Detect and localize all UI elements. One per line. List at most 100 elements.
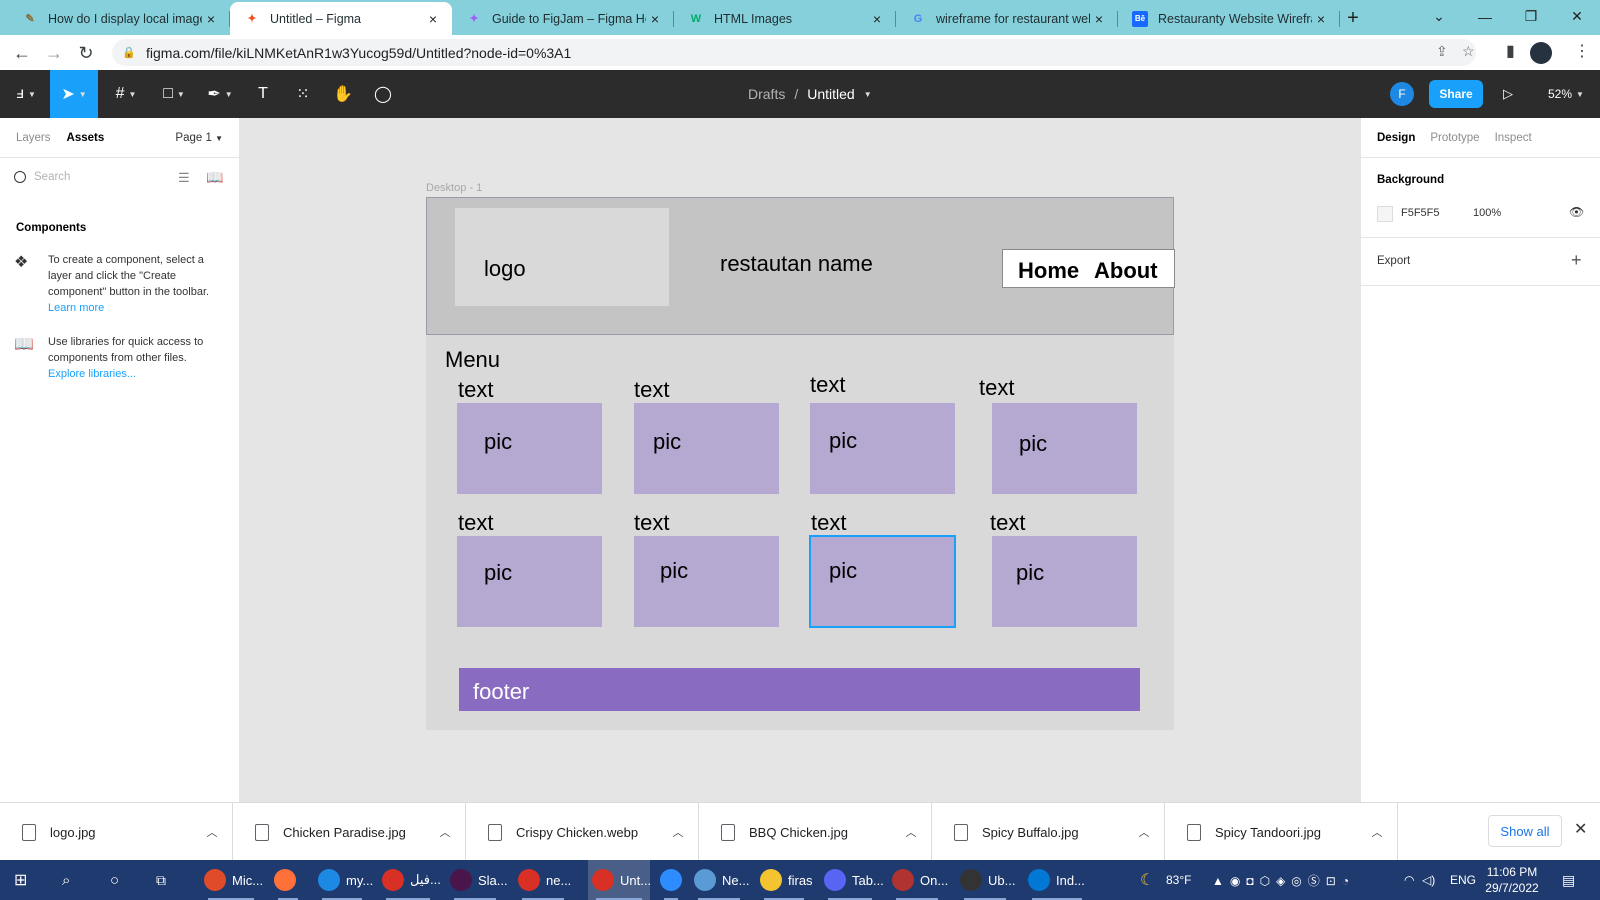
menu-item-pic[interactable]: pic xyxy=(992,403,1137,494)
browser-tab[interactable]: ✦ Guide to FigJam – Figma Help × xyxy=(452,2,674,35)
menu-item-text[interactable]: text xyxy=(810,372,845,398)
text-tool-icon[interactable]: T xyxy=(246,70,280,118)
taskbar-app[interactable] xyxy=(270,860,306,900)
background-hex[interactable]: F5F5F5 xyxy=(1401,207,1440,219)
resources-icon[interactable]: ⁙ xyxy=(286,70,320,118)
nav-home[interactable]: Home xyxy=(1018,258,1079,284)
close-icon[interactable]: × xyxy=(424,11,442,27)
download-item[interactable]: logo.jpg ︿ xyxy=(0,803,233,861)
weather-temp[interactable]: 83°F xyxy=(1166,860,1191,900)
download-item[interactable]: Crispy Chicken.webp ︿ xyxy=(466,803,699,861)
logo-text[interactable]: logo xyxy=(484,256,526,282)
hand-tool-icon[interactable]: ✋ xyxy=(326,70,360,118)
window-close-button[interactable]: ✕ xyxy=(1554,0,1600,33)
explore-libraries-link[interactable]: Explore libraries... xyxy=(48,366,227,382)
menu-item-text[interactable]: text xyxy=(634,510,669,536)
chevron-up-icon[interactable]: ︿ xyxy=(1357,824,1397,840)
tab-layers[interactable]: Layers xyxy=(16,132,51,144)
browser-tab[interactable]: G wireframe for restaurant web × xyxy=(896,2,1118,35)
nav-box[interactable]: Home About xyxy=(1002,249,1175,288)
background-opacity[interactable]: 100% xyxy=(1473,207,1501,219)
tab-prototype[interactable]: Prototype xyxy=(1430,132,1479,144)
background-swatch[interactable] xyxy=(1377,206,1393,222)
back-button[interactable]: ← xyxy=(6,37,38,69)
chevron-up-icon[interactable]: ︿ xyxy=(658,824,698,840)
menu-item-pic[interactable]: pic xyxy=(634,403,779,494)
menu-item-pic[interactable]: pic xyxy=(810,403,955,494)
taskbar-app[interactable]: Ub... xyxy=(956,860,1015,900)
tray-icons[interactable]: ▲◉◘⬡◈◎Ⓢ⊡◔ xyxy=(1212,860,1355,900)
zoom-dropdown[interactable]: 52% ▼ xyxy=(1548,70,1584,118)
taskbar-app[interactable]: Sla... xyxy=(446,860,508,900)
restore-button[interactable]: ❐ xyxy=(1508,0,1554,33)
list-view-icon[interactable]: ☰ xyxy=(178,170,190,186)
breadcrumb-drafts[interactable]: Drafts xyxy=(748,86,785,102)
wireframe-footer[interactable]: footer xyxy=(459,668,1140,711)
task-view-icon[interactable]: ⧉ xyxy=(156,860,166,900)
reload-button[interactable]: ↻ xyxy=(70,37,102,69)
frame-label[interactable]: Desktop - 1 xyxy=(426,182,482,194)
menu-item-pic[interactable]: pic xyxy=(992,536,1137,627)
learn-more-link[interactable]: Learn more xyxy=(48,300,227,316)
menu-heading[interactable]: Menu xyxy=(445,347,500,373)
taskbar-app[interactable] xyxy=(656,860,686,900)
minimize-button[interactable]: — xyxy=(1462,0,1508,33)
canvas[interactable]: Desktop - 1 logo restautan name Home Abo… xyxy=(241,118,1360,802)
clock[interactable]: 11:06 PM 29/7/2022 xyxy=(1474,864,1550,896)
taskbar-app[interactable]: Unt... xyxy=(588,860,651,900)
browser-tab[interactable]: W HTML Images × xyxy=(674,2,896,35)
new-tab-button[interactable]: + xyxy=(1338,2,1368,35)
close-icon[interactable]: × xyxy=(646,11,664,27)
tab-search-icon[interactable]: ⌄ xyxy=(1416,0,1462,33)
taskbar-app[interactable]: Ne... xyxy=(690,860,749,900)
windows-start-icon[interactable]: ⊞ xyxy=(14,860,27,900)
menu-item-pic[interactable]: pic xyxy=(634,536,779,627)
search-input[interactable] xyxy=(34,171,154,183)
restaurant-name-text[interactable]: restautan name xyxy=(720,251,873,277)
volume-icon[interactable]: ◁) xyxy=(1422,860,1435,900)
pen-tool-icon[interactable]: ✒ ▼ xyxy=(198,70,242,118)
download-item[interactable]: Spicy Buffalo.jpg ︿ xyxy=(932,803,1165,861)
menu-item-text[interactable]: text xyxy=(458,377,493,403)
side-panel-icon[interactable]: ▮ xyxy=(1506,41,1515,61)
menu-item-pic-selected[interactable]: pic xyxy=(809,535,956,628)
profile-avatar[interactable] xyxy=(1530,42,1552,64)
desktop-frame[interactable]: logo restautan name Home About Menu text… xyxy=(426,197,1175,730)
menu-item-pic[interactable]: pic xyxy=(457,536,602,627)
taskbar-app[interactable]: my... xyxy=(314,860,373,900)
library-book-icon[interactable]: 📖 xyxy=(206,169,223,186)
taskbar-app[interactable]: Ind... xyxy=(1024,860,1090,900)
search-icon[interactable]: ⌕ xyxy=(62,860,70,900)
menu-item-text[interactable]: text xyxy=(979,375,1014,401)
chevron-up-icon[interactable]: ︿ xyxy=(425,824,465,840)
share-page-icon[interactable]: ⇪ xyxy=(1436,43,1448,60)
close-icon[interactable]: × xyxy=(868,11,886,27)
taskbar-app[interactable]: firas xyxy=(756,860,813,900)
add-export-icon[interactable]: + xyxy=(1571,250,1582,271)
taskbar-app[interactable]: Tab... xyxy=(820,860,884,900)
bookmark-star-icon[interactable]: ☆ xyxy=(1462,43,1475,60)
show-all-button[interactable]: Show all xyxy=(1488,815,1562,847)
close-icon[interactable]: × xyxy=(202,11,220,27)
chevron-up-icon[interactable]: ︿ xyxy=(891,824,931,840)
page-selector[interactable]: Page 1 ▼ xyxy=(175,132,223,144)
eye-icon[interactable]: 👁 xyxy=(1569,205,1584,219)
wireframe-header[interactable]: logo restautan name Home About xyxy=(426,197,1175,335)
menu-item-text[interactable]: text xyxy=(811,510,846,536)
shape-tool-icon[interactable]: □ ▼ xyxy=(152,70,196,118)
nav-about[interactable]: About xyxy=(1094,258,1158,284)
browser-tab-active[interactable]: ✦ Untitled – Figma × xyxy=(230,2,452,35)
language-indicator[interactable]: ENG xyxy=(1450,860,1476,900)
menu-item-text[interactable]: text xyxy=(990,510,1025,536)
figma-main-menu-icon[interactable]: ⅎ ▼ xyxy=(4,70,48,118)
download-item[interactable]: BBQ Chicken.jpg ︿ xyxy=(699,803,932,861)
move-tool-icon[interactable]: ➤ ▼ xyxy=(50,70,98,118)
taskbar-app[interactable]: On... xyxy=(888,860,948,900)
url-field[interactable]: 🔒 figma.com/file/kiLNMKetAnR1w3Yucog59d/… xyxy=(112,39,1476,66)
share-button[interactable]: Share xyxy=(1429,80,1483,108)
chevron-up-icon[interactable]: ︿ xyxy=(192,824,232,840)
browser-tab[interactable]: Bē Restauranty Website Wirefran × xyxy=(1118,2,1340,35)
menu-item-text[interactable]: text xyxy=(458,510,493,536)
tab-assets[interactable]: Assets xyxy=(67,132,105,144)
close-icon[interactable]: × xyxy=(1312,11,1330,27)
